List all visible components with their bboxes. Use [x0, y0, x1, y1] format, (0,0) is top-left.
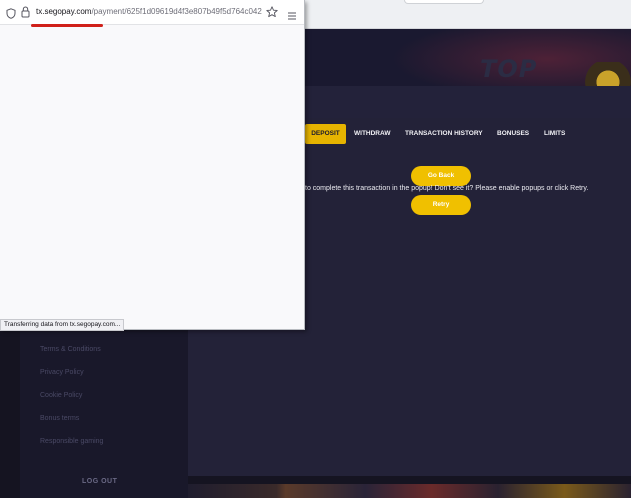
- tab-withdraw[interactable]: WITHDRAW: [354, 124, 390, 144]
- domain-highlight-underline: [31, 24, 103, 27]
- bookmark-star-icon[interactable]: [266, 5, 278, 23]
- tab-transaction-history[interactable]: TRANSACTION HISTORY: [405, 124, 483, 144]
- retry-button[interactable]: Retry: [411, 195, 471, 215]
- go-back-button[interactable]: Go Back: [411, 166, 471, 186]
- sidebar-link-privacy[interactable]: Privacy Policy: [40, 369, 84, 376]
- tab-limits[interactable]: LIMITS: [544, 124, 565, 144]
- url-text[interactable]: tx.segopay.com/payment/625f1d09619d4f3e8…: [36, 7, 262, 16]
- sidebar-link-cookie[interactable]: Cookie Policy: [40, 392, 82, 399]
- url-path: /payment/625f1d09619d4f3e807b49f5d764c04…: [91, 7, 262, 16]
- lock-icon[interactable]: [21, 5, 30, 23]
- address-bar[interactable]: tx.segopay.com/payment/625f1d09619d4f3e8…: [0, 0, 304, 25]
- banner-character-image: [585, 62, 631, 86]
- url-domain: tx.segopay.com: [36, 7, 92, 16]
- menu-icon[interactable]: [288, 7, 296, 25]
- popup-instructions: to complete this transaction in the popu…: [305, 185, 589, 192]
- browser-tab[interactable]: [404, 0, 484, 4]
- tab-bonuses[interactable]: BONUSES: [497, 124, 529, 144]
- payment-popup-window[interactable]: tx.segopay.com/payment/625f1d09619d4f3e8…: [0, 0, 305, 331]
- game-thumbnails-strip: [188, 484, 631, 498]
- tab-deposit[interactable]: DEPOSIT: [305, 124, 346, 144]
- sidebar-link-responsible-gaming[interactable]: Responsible gaming: [40, 438, 103, 445]
- sidebar-link-terms[interactable]: Terms & Conditions: [40, 346, 101, 353]
- logout-button[interactable]: LOG OUT: [82, 478, 117, 485]
- shield-icon[interactable]: [6, 6, 16, 24]
- status-bar: Transferring data from tx.segopay.com...: [0, 319, 125, 331]
- sidebar-link-bonus-terms[interactable]: Bonus terms: [40, 415, 79, 422]
